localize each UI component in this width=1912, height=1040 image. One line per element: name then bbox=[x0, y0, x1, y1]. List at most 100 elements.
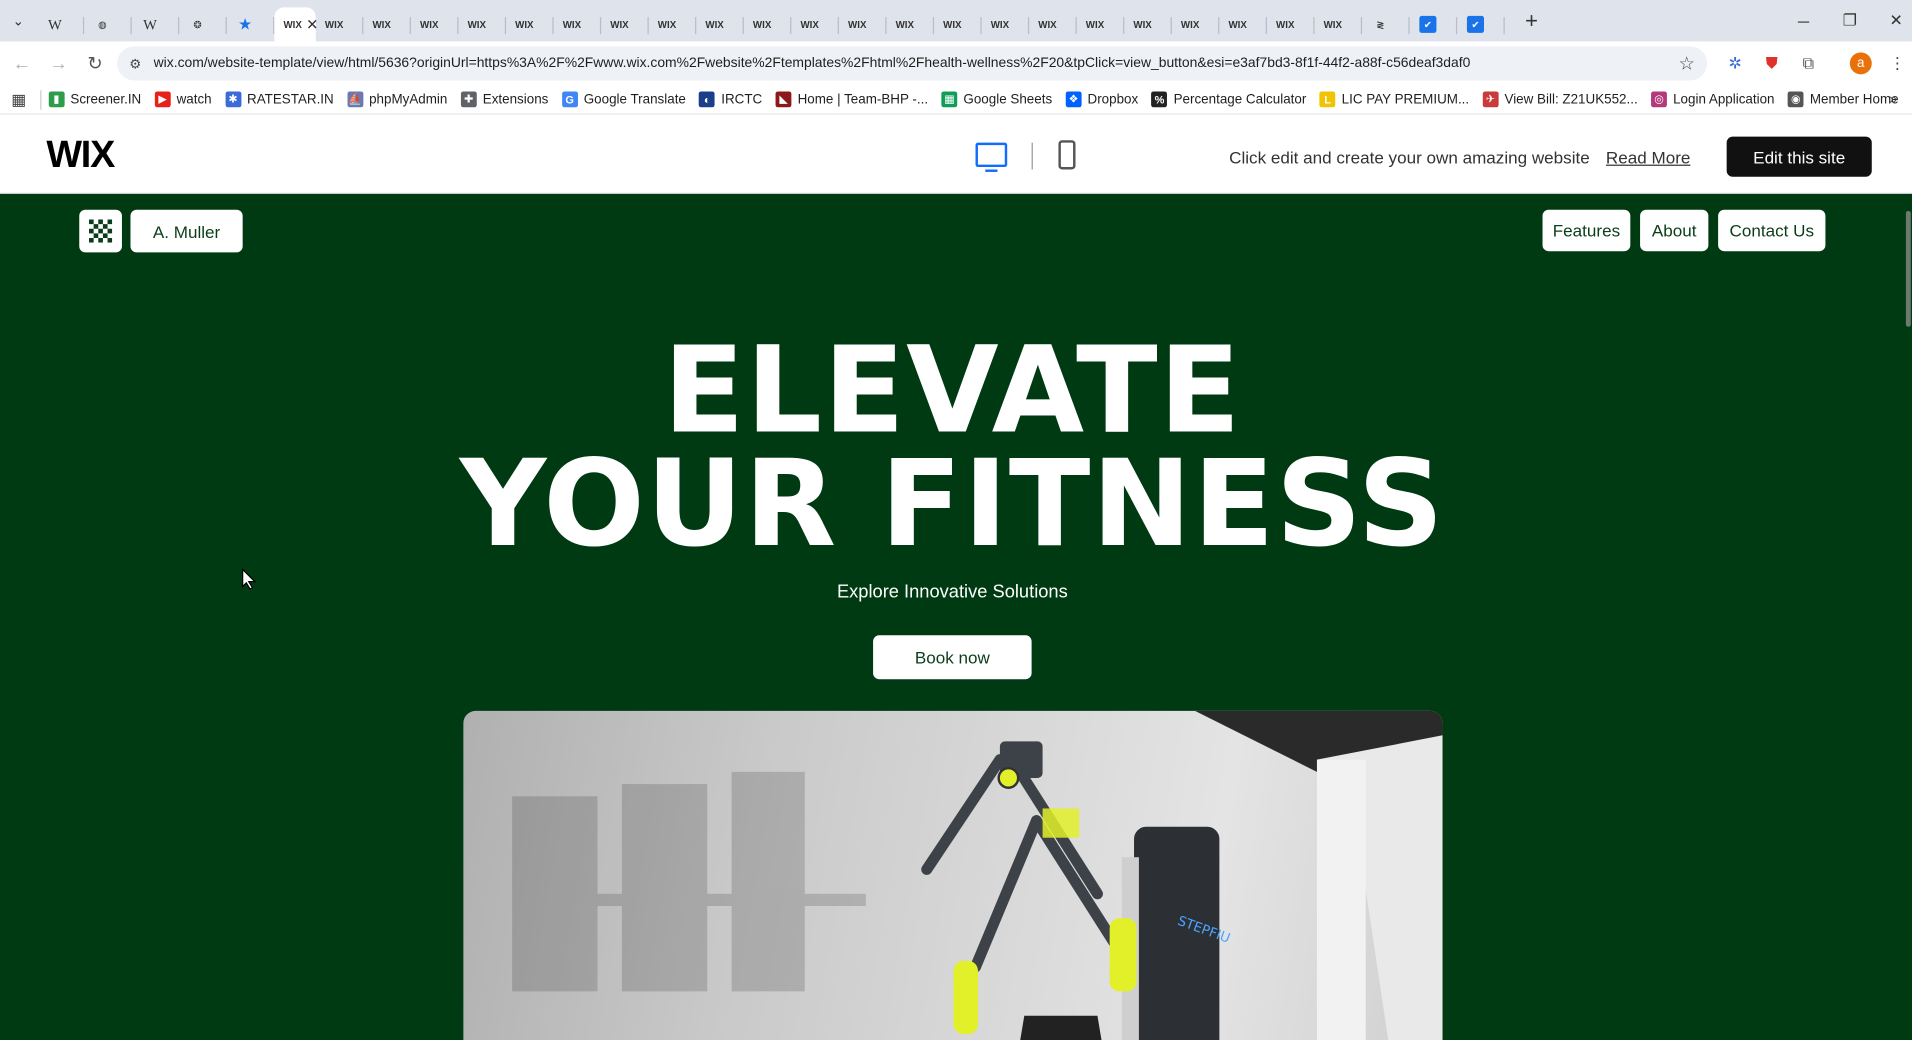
browser-tab[interactable]: WIX bbox=[649, 7, 697, 41]
browser-tab[interactable]: ❂ bbox=[179, 7, 227, 41]
bookmark-item[interactable]: ▶ watch bbox=[154, 91, 212, 108]
apps-grid-icon[interactable]: ▦ bbox=[0, 90, 38, 110]
hero-headline-line1: ELEVATE bbox=[663, 321, 1242, 461]
irctc-icon: ◐ bbox=[699, 91, 716, 108]
browser-tab[interactable]: WIX bbox=[363, 7, 411, 41]
bookmark-item[interactable]: ◎ Login Application bbox=[1651, 91, 1775, 108]
nav-about[interactable]: About bbox=[1640, 209, 1709, 252]
wix-logo[interactable]: WIX bbox=[46, 133, 115, 177]
phpmyadmin-icon: ⛵ bbox=[347, 91, 363, 108]
wix-icon: WIX bbox=[800, 18, 819, 30]
book-now-button[interactable]: Book now bbox=[873, 635, 1032, 680]
browser-tab[interactable]: WIX bbox=[506, 7, 554, 41]
browser-tab[interactable]: WIX bbox=[458, 7, 507, 41]
bookmark-item[interactable]: ▦ Google Sheets bbox=[941, 91, 1052, 108]
star-icon: ★ bbox=[237, 14, 253, 33]
wix-icon: WIX bbox=[467, 18, 487, 30]
wix-icon: WIX bbox=[324, 18, 344, 30]
site-info-icon[interactable]: ⚙ bbox=[129, 55, 153, 72]
page-scrollbar[interactable] bbox=[1904, 193, 1912, 1040]
bookmark-label: phpMyAdmin bbox=[369, 92, 448, 107]
browser-tab[interactable]: ✔ bbox=[1410, 7, 1458, 41]
bookmark-item[interactable]: % Percentage Calculator bbox=[1151, 91, 1306, 108]
new-tab-button[interactable]: + bbox=[1514, 4, 1548, 38]
bookmark-item[interactable]: ❖ Dropbox bbox=[1065, 91, 1138, 108]
bookmark-item[interactable]: ◣ Home | Team-BHP -... bbox=[775, 91, 928, 108]
bookmark-item[interactable]: ✚ Extensions bbox=[460, 91, 548, 108]
nav-contact-us[interactable]: Contact Us bbox=[1718, 209, 1826, 252]
browser-tab[interactable]: W bbox=[37, 7, 85, 41]
close-window-icon[interactable]: ✕ bbox=[1873, 0, 1912, 41]
url-text[interactable]: wix.com/website-template/view/html/5636?… bbox=[154, 56, 1471, 71]
bookmark-item[interactable]: G Google Translate bbox=[561, 91, 686, 108]
bookmark-item[interactable]: ▮ Screener.IN bbox=[48, 91, 141, 108]
browser-tab[interactable]: WIX bbox=[1172, 7, 1220, 41]
browser-tab[interactable]: ✔ bbox=[1457, 7, 1505, 41]
bookmark-label: Member Home bbox=[1809, 92, 1899, 107]
openai-icon: ❂ bbox=[193, 18, 202, 30]
extensions-puzzle-icon[interactable]: ⧉ bbox=[1794, 49, 1823, 78]
bookmark-item[interactable]: ⛵ phpMyAdmin bbox=[347, 91, 448, 108]
browser-tab[interactable]: WIX bbox=[696, 7, 744, 41]
bookmark-item[interactable]: L LIC PAY PREMIUM... bbox=[1319, 91, 1469, 108]
more-bookmarks-icon[interactable]: » bbox=[1889, 90, 1897, 107]
nav-features[interactable]: Features bbox=[1542, 209, 1631, 252]
profile-avatar[interactable]: a bbox=[1846, 49, 1875, 78]
restore-icon[interactable]: ❐ bbox=[1827, 0, 1873, 41]
browser-tab[interactable]: WIX bbox=[1219, 7, 1267, 41]
bookmark-item[interactable]: ✱ RATESTAR.IN bbox=[225, 91, 334, 108]
mouse-cursor-icon bbox=[242, 568, 257, 590]
minimize-icon[interactable]: ─ bbox=[1780, 0, 1826, 41]
back-button[interactable]: ← bbox=[4, 45, 41, 82]
wix-icon: WIX bbox=[895, 18, 915, 30]
tab-list: W ◍ W ❂ ★ WIX ✕ WIX WIX WIX WIX WIX WIX WIX WIX WIX WIX W… bbox=[37, 0, 1505, 42]
browser-tab[interactable]: WIX bbox=[982, 7, 1030, 41]
wix-preview-bar: WIX Click edit and create your own amazi… bbox=[0, 115, 1912, 194]
browser-tab[interactable]: WIX bbox=[411, 7, 459, 41]
browser-tab[interactable]: WIX bbox=[1077, 7, 1125, 41]
browser-menu-icon[interactable]: ⋮ bbox=[1883, 49, 1912, 78]
site-brand-button[interactable]: A. Muller bbox=[130, 209, 243, 253]
bookmark-item[interactable]: ◉ Member Home bbox=[1787, 91, 1899, 108]
bookmark-star-icon[interactable]: ☆ bbox=[1679, 52, 1695, 75]
browser-tab[interactable]: WIX bbox=[316, 7, 364, 41]
mobile-view-icon[interactable] bbox=[1058, 140, 1076, 170]
hero-headline-line2: YOUR FITNESS bbox=[459, 435, 1445, 575]
scrollbar-thumb[interactable] bbox=[1905, 210, 1911, 327]
un-icon: ◍ bbox=[98, 18, 107, 30]
bookmark-item[interactable]: ◐ IRCTC bbox=[699, 91, 762, 108]
browser-tab[interactable]: WIX bbox=[1029, 7, 1077, 41]
forward-button[interactable]: → bbox=[40, 45, 77, 82]
extension-icon[interactable]: ✲ bbox=[1721, 49, 1750, 78]
browser-tab[interactable]: W bbox=[132, 7, 180, 41]
browser-tab[interactable]: ≷ bbox=[1362, 7, 1410, 41]
browser-tab[interactable]: WIX bbox=[886, 7, 935, 41]
read-more-link[interactable]: Read More bbox=[1606, 148, 1690, 168]
browser-tab[interactable]: WIX bbox=[1267, 7, 1315, 41]
site-preview: A. Muller Features About Contact Us ELEV… bbox=[0, 193, 1912, 1040]
browser-tab[interactable]: WIX bbox=[744, 7, 792, 41]
browser-tab[interactable]: WIX bbox=[1124, 7, 1172, 41]
browser-tab[interactable]: WIX bbox=[601, 7, 649, 41]
bookmark-label: View Bill: Z21UK552... bbox=[1504, 92, 1638, 107]
tab-search-button[interactable]: ⌄ bbox=[0, 0, 37, 41]
browser-tab[interactable]: ◍ bbox=[84, 7, 132, 41]
bookmark-label: RATESTAR.IN bbox=[247, 92, 334, 107]
bookmark-item[interactable]: ✈ View Bill: Z21UK552... bbox=[1482, 91, 1638, 108]
browser-tab[interactable]: ★ bbox=[227, 7, 275, 41]
shield-extension-icon[interactable]: ⛊ bbox=[1757, 49, 1786, 78]
browser-tab[interactable]: WIX bbox=[839, 7, 887, 41]
edit-site-button[interactable]: Edit this site bbox=[1726, 136, 1872, 177]
browser-tab[interactable]: WIX bbox=[554, 7, 602, 41]
wix-icon: WIX bbox=[610, 18, 629, 30]
reload-button[interactable]: ↻ bbox=[77, 45, 114, 82]
wix-icon: WIX bbox=[1085, 18, 1105, 30]
browser-tab[interactable]: WIX bbox=[791, 7, 839, 41]
browser-tab[interactable]: WIX bbox=[934, 7, 982, 41]
browser-tab[interactable]: WIX ✕ bbox=[274, 7, 318, 42]
address-bar[interactable]: ⚙ wix.com/website-template/view/html/563… bbox=[117, 46, 1708, 81]
wix-icon: WIX bbox=[943, 18, 962, 30]
site-logo-icon[interactable] bbox=[79, 209, 122, 253]
desktop-view-icon[interactable] bbox=[975, 142, 1008, 172]
browser-tab[interactable]: WIX bbox=[1315, 7, 1363, 41]
